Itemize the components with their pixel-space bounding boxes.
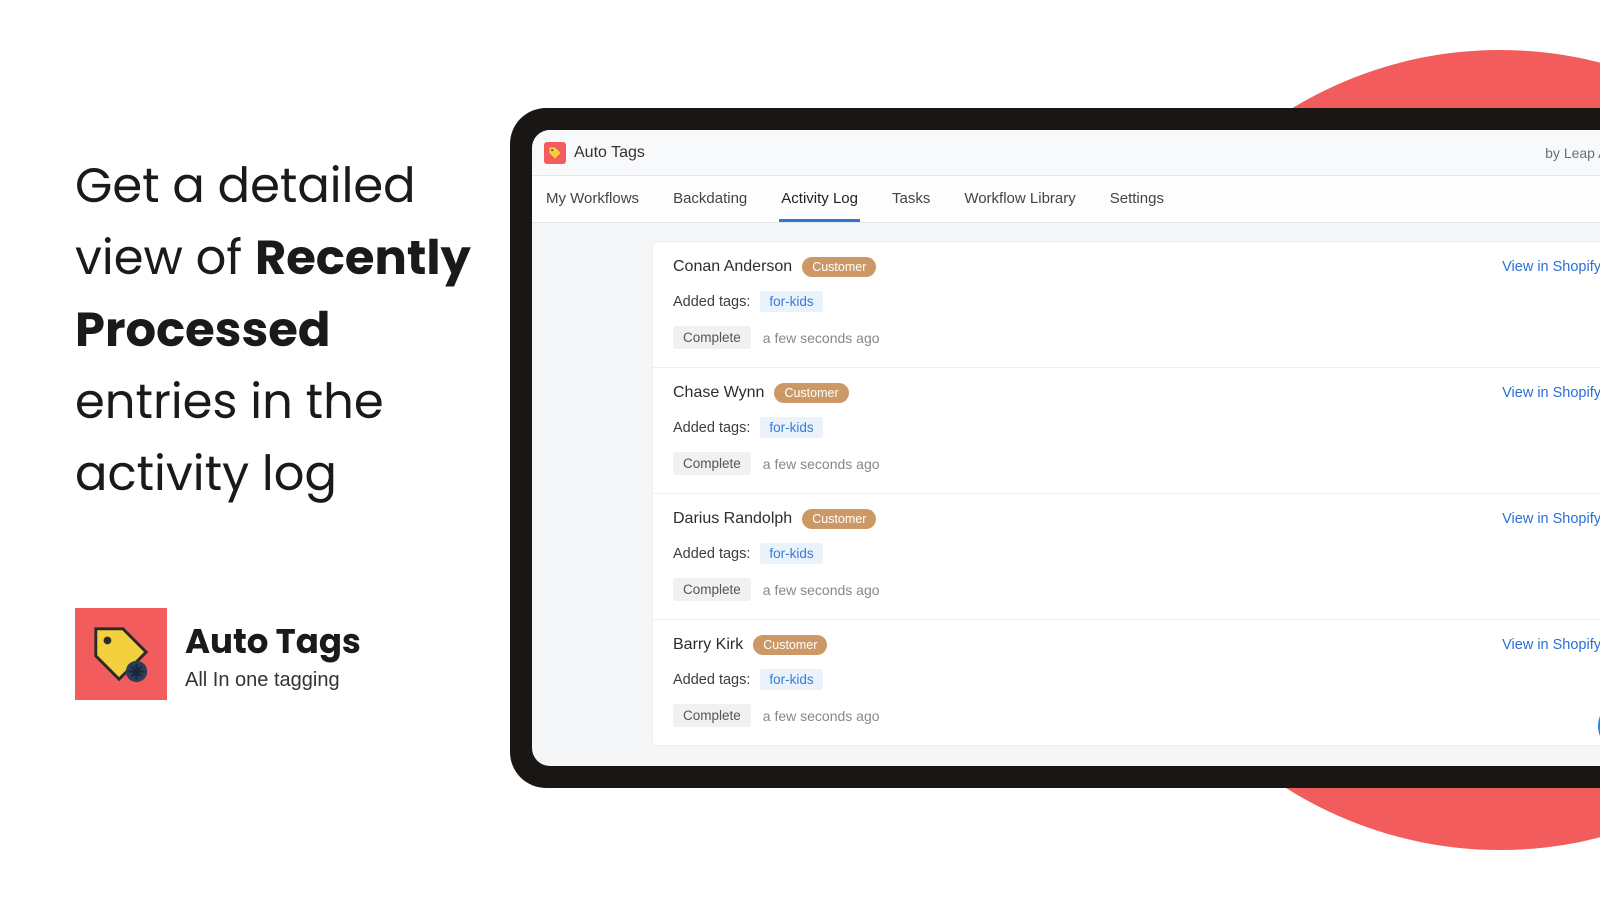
type-badge: Customer (802, 257, 876, 277)
view-in-shopify-link[interactable]: View in Shopify (1502, 385, 1600, 401)
timestamp: a few seconds ago (763, 582, 880, 598)
entity-name: Chase Wynn (673, 384, 764, 402)
added-tags-label: Added tags: (673, 420, 750, 436)
tab-bar: My Workflows Backdating Activity Log Tasks W… (532, 176, 1600, 223)
added-tags-label: Added tags: (673, 294, 750, 310)
log-card: Conan Anderson Customer View in Shopify Add… (652, 241, 1600, 746)
entity-name: Conan Anderson (673, 258, 792, 276)
timestamp: a few seconds ago (763, 330, 880, 346)
activity-log-content: Conan Anderson Customer View in Shopify Add… (532, 223, 1600, 746)
view-in-shopify-link[interactable]: View in Shopify (1502, 637, 1600, 653)
tag-chip: for-kids (760, 417, 822, 438)
status-badge: Complete (673, 326, 751, 349)
tab-my-workflows[interactable]: My Workflows (544, 176, 641, 222)
timestamp: a few seconds ago (763, 708, 880, 724)
tab-settings[interactable]: Settings (1108, 176, 1166, 222)
app-logo-icon (544, 142, 566, 164)
tab-workflow-library[interactable]: Workflow Library (962, 176, 1077, 222)
product-name: Auto Tags (185, 616, 361, 667)
status-badge: Complete (673, 578, 751, 601)
product-badge: Auto Tags All In one tagging (75, 608, 361, 700)
tab-activity-log[interactable]: Activity Log (779, 176, 860, 222)
tab-backdating[interactable]: Backdating (671, 176, 749, 222)
app-title: Auto Tags (574, 144, 645, 162)
log-entry: Chase Wynn Customer View in Shopify Added t… (653, 368, 1600, 494)
view-in-shopify-link[interactable]: View in Shopify (1502, 259, 1600, 275)
tag-chip: for-kids (760, 543, 822, 564)
log-entry: Darius Randolph Customer View in Shopify Ad… (653, 494, 1600, 620)
product-logo-icon (75, 608, 167, 700)
timestamp: a few seconds ago (763, 456, 880, 472)
tag-chip: for-kids (760, 291, 822, 312)
app-window: Auto Tags by Leap Apps My Workflows Backd… (532, 130, 1600, 766)
view-in-shopify-link[interactable]: View in Shopify (1502, 511, 1600, 527)
type-badge: Customer (753, 635, 827, 655)
log-entry: Conan Anderson Customer View in Shopify Add… (653, 242, 1600, 368)
added-tags-label: Added tags: (673, 546, 750, 562)
status-badge: Complete (673, 452, 751, 475)
status-badge: Complete (673, 704, 751, 727)
product-tagline: All In one tagging (185, 669, 361, 692)
tag-chip: for-kids (760, 669, 822, 690)
marketing-headline: Get a detailed view of Recently Processe… (75, 150, 475, 510)
entity-name: Barry Kirk (673, 636, 743, 654)
app-byline: by Leap Apps (1545, 145, 1600, 161)
log-entry: Barry Kirk Customer View in Shopify Added t… (653, 620, 1600, 745)
type-badge: Customer (774, 383, 848, 403)
added-tags-label: Added tags: (673, 672, 750, 688)
headline-part2: entries in the activity log (75, 368, 384, 507)
tab-tasks[interactable]: Tasks (890, 176, 932, 222)
entity-name: Darius Randolph (673, 510, 792, 528)
type-badge: Customer (802, 509, 876, 529)
device-frame: Auto Tags by Leap Apps My Workflows Backd… (510, 108, 1600, 788)
app-header: Auto Tags by Leap Apps (532, 130, 1600, 176)
